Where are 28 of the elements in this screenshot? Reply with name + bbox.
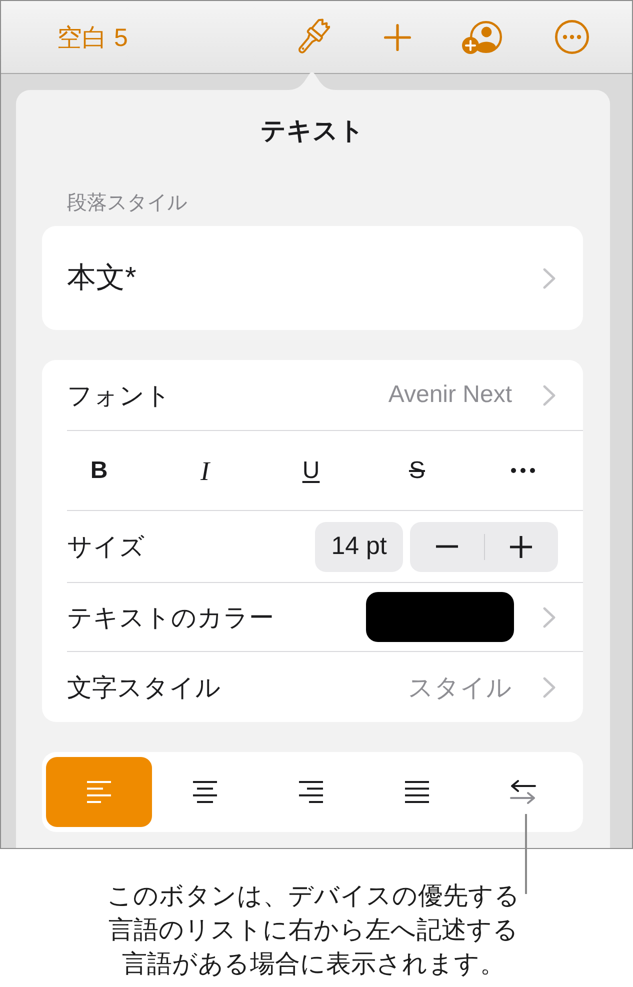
align-center-icon[interactable] [192, 781, 218, 803]
color-swatch-icon[interactable] [366, 592, 514, 642]
underline-button[interactable]: U [296, 454, 326, 486]
chevron-right-icon[interactable] [543, 606, 556, 628]
more-icon[interactable] [555, 20, 589, 54]
popover-title: テキスト [260, 116, 366, 146]
plus-icon[interactable] [510, 536, 532, 558]
paragraph-style-value[interactable]: 本文* [67, 258, 543, 298]
align-justify-icon[interactable] [404, 781, 430, 803]
setting-label: 文字スタイル [67, 672, 221, 704]
chevron-right-icon[interactable] [543, 384, 556, 406]
strikethrough-button[interactable]: S [402, 454, 431, 486]
left-right-arrows-icon[interactable] [510, 780, 536, 804]
ellipsis-icon[interactable] [511, 468, 535, 473]
setting-label: フォント [67, 380, 171, 412]
align-left-icon[interactable] [86, 781, 112, 803]
section-header: 段落スタイル [66, 191, 187, 215]
minus-icon[interactable] [436, 545, 458, 548]
setting-label: サイズ [67, 532, 145, 563]
chevron-right-icon[interactable] [543, 676, 556, 698]
setting-label: テキストのカラー [67, 602, 274, 634]
font-size-value[interactable]: 14 pt [315, 522, 403, 572]
bold-button[interactable]: B [84, 454, 114, 486]
align-right-icon[interactable] [298, 781, 324, 803]
add-person-icon[interactable] [462, 20, 502, 54]
chevron-right-icon[interactable] [543, 268, 556, 288]
italic-button[interactable]: I [194, 454, 216, 486]
callout-text: このボタンは、デバイスの優先する言語のリストに右から左へ記述する言語がある場合に表示されます。 [106, 881, 521, 980]
